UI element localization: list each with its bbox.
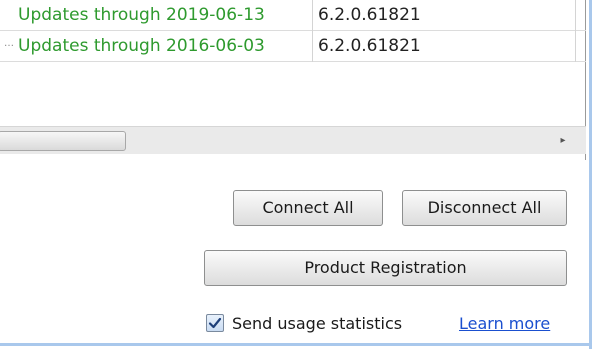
connect-all-button[interactable]: Connect All	[233, 190, 383, 226]
row-marker-icon: …	[4, 38, 14, 49]
horizontal-scrollbar[interactable]: ▸	[0, 126, 586, 154]
product-registration-button[interactable]: Product Registration	[204, 250, 567, 286]
send-usage-checkbox[interactable]	[206, 314, 224, 332]
scrollbar-thumb[interactable]	[0, 131, 126, 151]
window-border	[589, 0, 592, 349]
list-item[interactable]: … Updates through 2016-06-03 6.2.0.61821	[0, 31, 586, 62]
update-description: Updates through 2019-06-13	[18, 5, 265, 25]
list-item[interactable]: Updates through 2019-06-13 6.2.0.61821	[0, 0, 586, 31]
update-version: 6.2.0.61821	[318, 5, 421, 25]
window-border	[0, 343, 592, 346]
column-divider	[575, 0, 576, 62]
column-divider	[312, 0, 313, 62]
disconnect-all-button[interactable]: Disconnect All	[402, 190, 567, 226]
update-description: Updates through 2016-06-03	[18, 36, 265, 56]
send-usage-label: Send usage statistics	[232, 314, 403, 333]
dialog-window: Updates through 2019-06-13 6.2.0.61821 ……	[0, 0, 589, 349]
updates-list: Updates through 2019-06-13 6.2.0.61821 ……	[0, 0, 586, 160]
checkmark-icon	[208, 317, 222, 329]
learn-more-link[interactable]: Learn more	[459, 313, 550, 335]
update-version: 6.2.0.61821	[318, 36, 421, 56]
chevron-right-icon[interactable]: ▸	[555, 133, 571, 149]
